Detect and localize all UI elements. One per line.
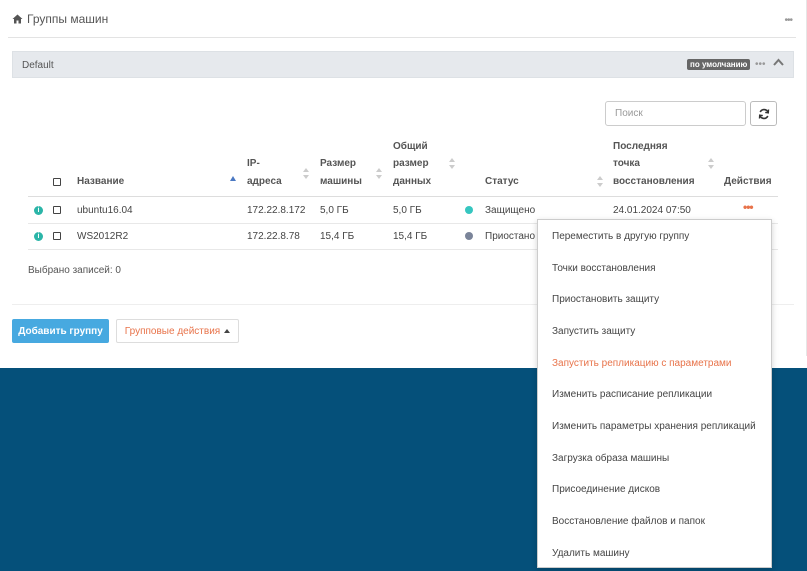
machine-size: 5,0 ГБ [320,205,349,216]
caret-up-icon [224,328,231,333]
sort-icon[interactable] [708,158,714,169]
menu-item-move-group[interactable]: Переместить в другую группу [552,231,689,243]
row-actions-icon[interactable]: ••• [743,201,754,213]
group-header[interactable]: Default по умолчанию ••• [12,51,794,78]
status-dot [465,232,473,240]
menu-item-restore-points[interactable]: Точки восстановления [552,263,656,275]
table-header-divider [28,196,778,197]
group-actions-label: Групповые действия [124,325,221,337]
menu-item-download-image[interactable]: Загрузка образа машины [552,453,669,465]
column-header-total-line2[interactable]: размер [393,155,429,173]
info-icon[interactable]: i [34,232,43,241]
refresh-icon [758,108,769,119]
column-header-size-line1[interactable]: Размер [320,155,356,173]
add-group-button[interactable]: Добавить группу [12,319,109,343]
column-header-ip-line1[interactable]: IP- [247,155,260,173]
menu-item-start-replication[interactable]: Запустить репликацию с параметрами [552,358,732,370]
menu-item-file-restore[interactable]: Восстановление файлов и папок [552,516,705,528]
column-header-actions: Действия [724,176,772,187]
chevron-up-icon[interactable] [773,58,784,70]
column-header-restore-line2[interactable]: точка [613,155,640,173]
home-icon [12,14,23,24]
machine-status: Приостано [485,231,536,242]
column-header-size-line2[interactable]: машины [320,173,362,191]
group-actions-button[interactable]: Групповые действия [116,319,239,343]
column-header-ip-line2[interactable]: адреса [247,173,282,191]
column-header-restore-line3[interactable]: восстановления [613,173,695,191]
column-header-name[interactable]: Название [77,173,124,191]
column-header-restore-line1[interactable]: Последняя [613,138,668,156]
default-badge: по умолчанию [687,59,751,70]
sort-icon[interactable] [597,176,603,187]
group-name: Default [22,60,54,71]
sort-asc-icon[interactable] [230,176,236,181]
machine-ip: 172.22.8.172 [247,205,306,216]
machine-total-size: 5,0 ГБ [393,205,422,216]
menu-item-delete-machine[interactable]: Удалить машину [552,548,630,560]
menu-item-edit-schedule[interactable]: Изменить расписание репликации [552,389,712,401]
column-header-total-line3[interactable]: данных [393,173,431,191]
column-header-total-line1[interactable]: Общий [393,138,428,156]
refresh-button[interactable] [750,101,777,126]
machine-restore-point: 24.01.2024 07:50 [613,205,691,216]
more-options-icon[interactable]: ••• [784,15,792,26]
machine-total-size: 15,4 ГБ [393,231,428,242]
info-icon[interactable]: i [34,206,43,215]
menu-item-edit-retention[interactable]: Изменить параметры хранения репликаций [552,421,756,433]
page-title-text: Группы машин [27,12,109,26]
header-divider [8,37,796,38]
selected-count: Выбрано записей: 0 [28,265,121,276]
machine-size: 15,4 ГБ [320,231,355,242]
machine-name[interactable]: ubuntu16.04 [77,205,133,217]
search-input[interactable] [605,101,746,126]
sort-icon[interactable] [376,168,382,179]
machine-status: Защищено [485,205,536,216]
row-checkbox[interactable] [53,232,61,240]
select-all-checkbox[interactable] [53,178,61,186]
machine-name[interactable]: WS2012R2 [77,231,128,243]
status-dot [465,206,473,214]
group-options-icon[interactable]: ••• [755,59,766,70]
add-group-label: Добавить группу [18,325,103,337]
menu-item-pause-protection[interactable]: Приостановить защиту [552,294,659,306]
menu-item-attach-disks[interactable]: Присоединение дисков [552,484,660,496]
sort-icon[interactable] [449,158,455,169]
row-actions-menu: Переместить в другую группу Точки восста… [537,219,772,568]
column-header-status[interactable]: Статус [485,173,519,191]
page-title: Группы машин [12,12,108,26]
machine-ip: 172.22.8.78 [247,231,300,242]
row-checkbox[interactable] [53,206,61,214]
sort-icon[interactable] [303,168,309,179]
menu-item-start-protection[interactable]: Запустить защиту [552,326,635,338]
